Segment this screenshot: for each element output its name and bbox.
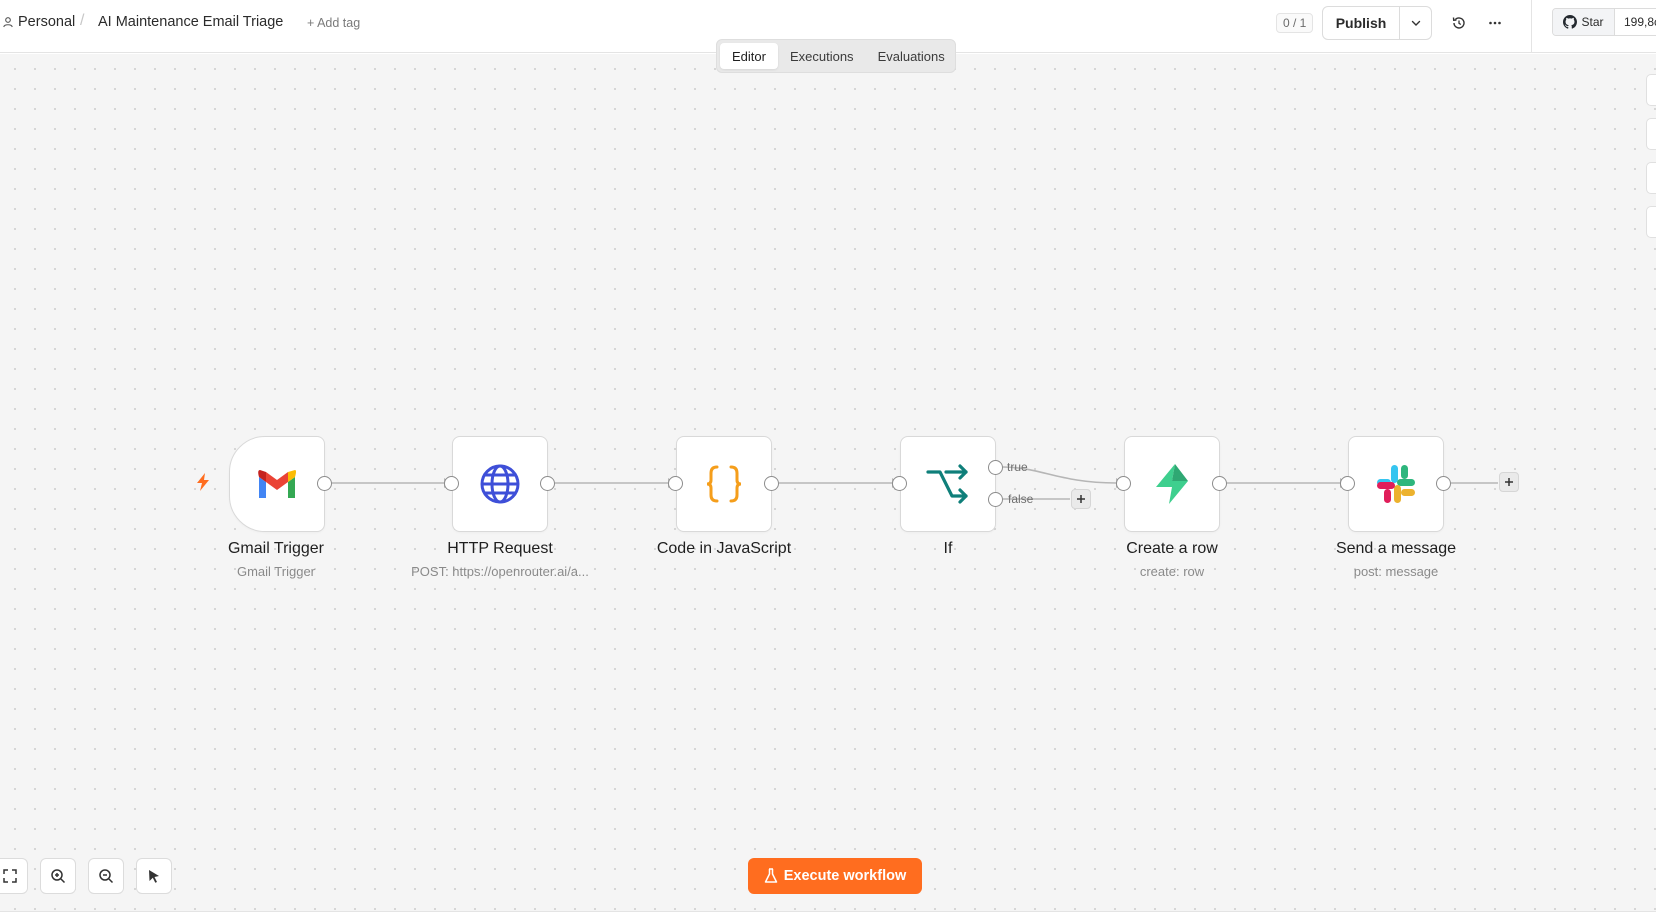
ellipsis-icon — [1489, 21, 1501, 25]
tab-executions[interactable]: Executions — [778, 43, 866, 69]
globe-icon — [480, 464, 520, 504]
add-node-end-button[interactable] — [1499, 472, 1519, 492]
input-port[interactable] — [1340, 476, 1355, 491]
node-code-javascript[interactable] — [676, 436, 772, 532]
node-title: HTTP Request — [447, 540, 553, 557]
side-panel-button-3[interactable] — [1646, 162, 1656, 194]
node-if[interactable] — [900, 436, 996, 532]
flask-icon — [764, 868, 777, 883]
breadcrumb-separator: / — [80, 12, 85, 29]
zoom-out-icon — [99, 869, 114, 884]
add-node-false-button[interactable] — [1071, 489, 1091, 509]
fit-view-icon — [3, 869, 17, 883]
side-panel-button-1[interactable] — [1646, 74, 1656, 106]
side-panel-button-2[interactable] — [1646, 118, 1656, 150]
node-send-message[interactable] — [1348, 436, 1444, 532]
slack-icon — [1377, 465, 1415, 503]
tab-editor[interactable]: Editor — [720, 43, 778, 69]
person-icon — [3, 17, 13, 28]
node-title: If — [943, 540, 953, 557]
node-title: Create a row — [1126, 540, 1218, 557]
branch-label-true: true — [1007, 460, 1028, 474]
side-panel-button-4[interactable] — [1646, 206, 1656, 238]
history-button[interactable] — [1450, 14, 1468, 32]
plus-icon — [1505, 478, 1513, 486]
history-icon — [1452, 17, 1465, 29]
active-counter-badge: 0 / 1 — [1276, 13, 1314, 33]
publish-button-group: Publish — [1322, 6, 1432, 40]
output-port[interactable] — [1436, 476, 1451, 491]
chevron-down-icon — [1411, 20, 1420, 26]
node-subtitle: create: row — [1139, 564, 1205, 579]
output-port-true[interactable] — [988, 460, 1003, 475]
publish-button[interactable]: Publish — [1323, 7, 1400, 39]
node-gmail-trigger[interactable] — [229, 436, 325, 532]
github-star-button[interactable]: Star — [1553, 9, 1615, 35]
input-port[interactable] — [1116, 476, 1131, 491]
output-port[interactable] — [1212, 476, 1227, 491]
plus-icon — [1077, 495, 1085, 503]
node-http-request[interactable] — [452, 436, 548, 532]
node-subtitle: POST: https://openrouter.ai/a... — [411, 564, 589, 579]
trigger-bolt-icon — [197, 473, 209, 491]
node-title: Send a message — [1335, 540, 1457, 557]
branch-label-false: false — [1008, 492, 1034, 506]
more-options-button[interactable] — [1486, 14, 1504, 32]
add-tag-button[interactable]: + Add tag — [307, 16, 360, 30]
output-port[interactable] — [764, 476, 779, 491]
execute-workflow-button[interactable]: Execute workflow — [748, 858, 922, 894]
header-divider — [1531, 0, 1532, 53]
workflow-title[interactable]: AI Maintenance Email Triage — [98, 14, 283, 30]
output-port-false[interactable] — [988, 492, 1003, 507]
github-star-count: 199,8с — [1624, 15, 1656, 29]
input-port[interactable] — [668, 476, 683, 491]
code-braces-icon — [706, 465, 742, 503]
output-port[interactable] — [317, 476, 332, 491]
github-icon — [1563, 15, 1578, 29]
cursor-sparkle-icon — [149, 870, 159, 883]
zoom-in-icon — [51, 869, 66, 884]
output-port[interactable] — [540, 476, 555, 491]
tab-evaluations[interactable]: Evaluations — [866, 43, 957, 69]
input-port[interactable] — [892, 476, 907, 491]
gmail-icon — [258, 470, 296, 498]
execute-workflow-label: Execute workflow — [783, 868, 907, 884]
supabase-icon — [1156, 464, 1188, 504]
zoom-out-button[interactable] — [88, 858, 124, 894]
bottom-border — [0, 911, 1656, 922]
breadcrumb-project[interactable]: Personal — [2, 14, 75, 30]
node-title: Gmail Trigger — [227, 540, 325, 557]
github-star-label: Star — [1581, 15, 1604, 29]
project-name: Personal — [18, 14, 76, 30]
node-subtitle: post: message — [1353, 564, 1439, 579]
publish-options-button[interactable] — [1400, 7, 1431, 39]
fit-view-button[interactable] — [0, 858, 28, 894]
node-subtitle: Gmail Trigger — [236, 564, 316, 579]
node-create-row[interactable] — [1124, 436, 1220, 532]
view-tabs: Editor Executions Evaluations — [716, 39, 956, 73]
if-branch-icon — [926, 464, 968, 504]
github-star-widget[interactable]: Star 199,8с — [1552, 8, 1656, 36]
tidy-up-button[interactable] — [136, 858, 172, 894]
node-title: Code in JavaScript — [656, 540, 792, 557]
zoom-in-button[interactable] — [40, 858, 76, 894]
input-port[interactable] — [444, 476, 459, 491]
